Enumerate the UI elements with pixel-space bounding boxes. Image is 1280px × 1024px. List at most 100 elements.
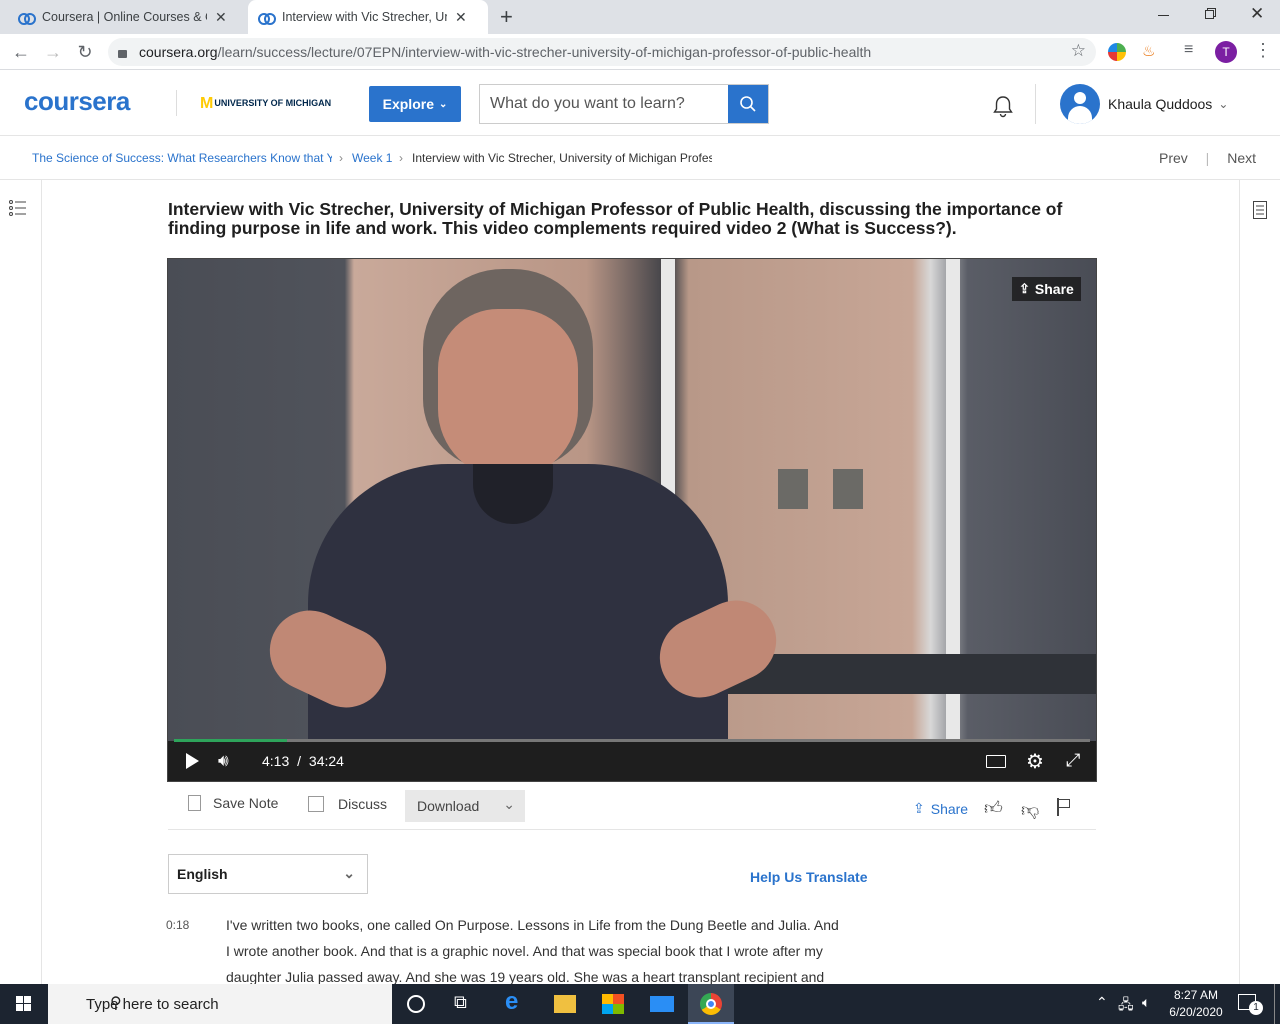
course-outline-icon[interactable]	[9, 200, 27, 221]
time-separator: /	[297, 753, 302, 769]
speaker-icon[interactable]: 🔈︎	[1142, 994, 1150, 1011]
help-translate-link[interactable]: Help Us Translate	[750, 869, 868, 885]
clock[interactable]: 8:27 AM 6/20/2020	[1166, 987, 1226, 1021]
chrome-icon	[700, 993, 722, 1015]
mail-icon[interactable]	[650, 996, 674, 1012]
show-desktop-button[interactable]	[1274, 984, 1275, 1024]
clock-time: 8:27 AM	[1173, 988, 1219, 1002]
coursera-logo[interactable]: coursera	[24, 86, 130, 117]
new-tab-button[interactable]: +	[500, 4, 513, 30]
right-rail	[1239, 180, 1280, 984]
browser-tab-strip: Coursera | Online Courses & Cred ✕ Inter…	[0, 0, 1280, 34]
back-icon[interactable]: ←	[10, 41, 32, 63]
cortana-icon[interactable]	[407, 995, 425, 1013]
transcript-timestamp[interactable]: 0:18	[166, 912, 189, 938]
notes-panel-icon[interactable]	[1253, 201, 1267, 224]
browser-tab-interview[interactable]: Interview with Vic Strecher, Unive ✕	[248, 0, 488, 34]
progress-bar[interactable]	[174, 739, 1090, 742]
thumbs-down-icon[interactable]: 👎︎	[1021, 799, 1039, 821]
profile-avatar[interactable]: T	[1215, 41, 1237, 63]
language-selected: English	[177, 866, 228, 882]
transcript-line[interactable]: I wrote another book. And that is a grap…	[226, 938, 886, 964]
avatar	[1060, 84, 1100, 124]
prev-next-divider: |	[1205, 150, 1210, 166]
store-icon[interactable]	[602, 994, 624, 1014]
breadcrumb-chevron-icon: ›	[399, 151, 403, 165]
media-control-icon[interactable]: ≡	[1184, 41, 1193, 59]
lecture-actions: Save Note Discuss Download ⌄ ⇪ Share 👍︎ …	[168, 788, 1096, 830]
transcript: 0:18 I've written two books, one called …	[166, 912, 886, 990]
language-select[interactable]: English ⌄	[168, 854, 368, 894]
breadcrumb-current: Interview with Vic Strecher, University …	[412, 151, 712, 165]
fire-extension-icon[interactable]: ♨	[1142, 42, 1155, 60]
restore-icon[interactable]	[1205, 8, 1217, 20]
save-note-label: Save Note	[213, 795, 279, 811]
notifications-bell-icon[interactable]	[990, 94, 1016, 125]
university-name: UNIVERSITY OF MICHIGAN	[214, 98, 332, 108]
user-menu[interactable]: Khaula Quddoos ⌄	[1060, 84, 1228, 124]
person-face	[438, 309, 578, 479]
share-label: Share	[930, 800, 969, 817]
chevron-up-icon[interactable]: ⌃	[1096, 994, 1108, 1011]
address-bar[interactable]: coursera.org/learn/success/lecture/07EPN…	[108, 38, 1096, 66]
save-note-button[interactable]: Save Note	[188, 795, 278, 811]
search-button[interactable]	[728, 85, 768, 123]
discuss-label: Discuss	[338, 796, 388, 812]
coursera-favicon-icon	[18, 12, 36, 25]
video-share-button[interactable]: ⇪ Share	[1012, 277, 1081, 301]
tab-title: Coursera | Online Courses & Cred	[42, 10, 207, 24]
video-controls: 🔊︎ 4:13 / 34:24 ⚙ ⤢	[168, 739, 1096, 781]
play-icon[interactable]	[186, 753, 199, 769]
reload-icon[interactable]: ↻	[74, 41, 96, 63]
search-icon: ⚲	[110, 995, 122, 1012]
discuss-button[interactable]: Discuss	[308, 796, 387, 812]
share-icon: ⇪	[1019, 281, 1030, 296]
fullscreen-icon[interactable]: ⤢	[1066, 750, 1080, 771]
taskbar-search-input[interactable]: ⚲ Type here to search	[48, 984, 392, 1024]
download-dropdown[interactable]: Download ⌄	[405, 790, 525, 822]
browser-toolbar: ← → ↻ coursera.org/learn/success/lecture…	[0, 34, 1280, 70]
network-icon[interactable]: 🖧︎	[1118, 994, 1134, 1018]
user-name: Khaula Quddoos	[1108, 96, 1213, 112]
transcript-line[interactable]: I've written two books, one called On Pu…	[226, 912, 886, 938]
breadcrumb-course[interactable]: The Science of Success: What Researchers…	[32, 151, 332, 165]
bookmark-star-icon[interactable]: ☆	[1071, 41, 1086, 61]
taskbar-search-placeholder: Type here to search	[86, 995, 219, 1013]
tab-close-icon[interactable]: ✕	[215, 9, 227, 26]
note-icon	[188, 795, 201, 811]
search-input[interactable]: What do you want to learn?	[480, 85, 728, 123]
video-player[interactable]: ⇪ Share 🔊︎ 4:13 / 34:24 ⚙ ⤢	[167, 258, 1097, 782]
close-window-icon[interactable]: ✕	[1250, 4, 1264, 24]
breadcrumb-week[interactable]: Week 1	[352, 151, 392, 165]
tab-title: Interview with Vic Strecher, Unive	[282, 10, 447, 24]
page-title: Interview with Vic Strecher, University …	[168, 199, 1063, 238]
next-link[interactable]: Next	[1227, 150, 1256, 166]
browser-menu-icon[interactable]: ⋮	[1254, 40, 1272, 61]
left-rail	[0, 180, 42, 984]
browser-tab-coursera-home[interactable]: Coursera | Online Courses & Cred ✕	[8, 0, 246, 34]
action-center-icon[interactable]: 1	[1238, 994, 1263, 1015]
explore-button[interactable]: Explore ⌄	[369, 86, 461, 122]
chevron-down-icon: ⌄	[438, 98, 448, 110]
edge-icon[interactable]: e	[505, 988, 518, 1016]
windows-start-icon[interactable]	[16, 996, 32, 1012]
transcript-text: I've written two books, one called On Pu…	[226, 912, 886, 990]
extension-icon[interactable]	[1108, 43, 1126, 61]
forward-icon[interactable]: →	[42, 41, 64, 63]
taskbar: ⚲ Type here to search ⧉ e ⌃ 🖧︎ 🔈︎ 8:27 A…	[0, 984, 1280, 1024]
volume-icon[interactable]: 🔊︎	[218, 751, 229, 771]
prev-link[interactable]: Prev	[1159, 150, 1188, 166]
tab-close-icon[interactable]: ✕	[455, 9, 467, 26]
university-logo[interactable]: MUNIVERSITY OF MICHIGAN	[200, 95, 331, 113]
chrome-taskbar-button[interactable]	[688, 984, 734, 1024]
file-explorer-icon[interactable]	[554, 995, 576, 1013]
chevron-down-icon: ⌄	[343, 865, 355, 881]
share-button[interactable]: ⇪ Share	[913, 800, 968, 817]
prev-next-nav: Prev | Next	[1159, 150, 1256, 166]
flag-icon[interactable]	[1057, 798, 1071, 816]
captions-icon[interactable]	[986, 755, 1006, 768]
task-view-icon[interactable]: ⧉	[454, 992, 467, 1013]
thumbs-up-icon[interactable]: 👍︎	[984, 797, 1003, 819]
minimize-icon[interactable]	[1158, 8, 1172, 22]
gear-icon[interactable]: ⚙	[1026, 749, 1044, 774]
